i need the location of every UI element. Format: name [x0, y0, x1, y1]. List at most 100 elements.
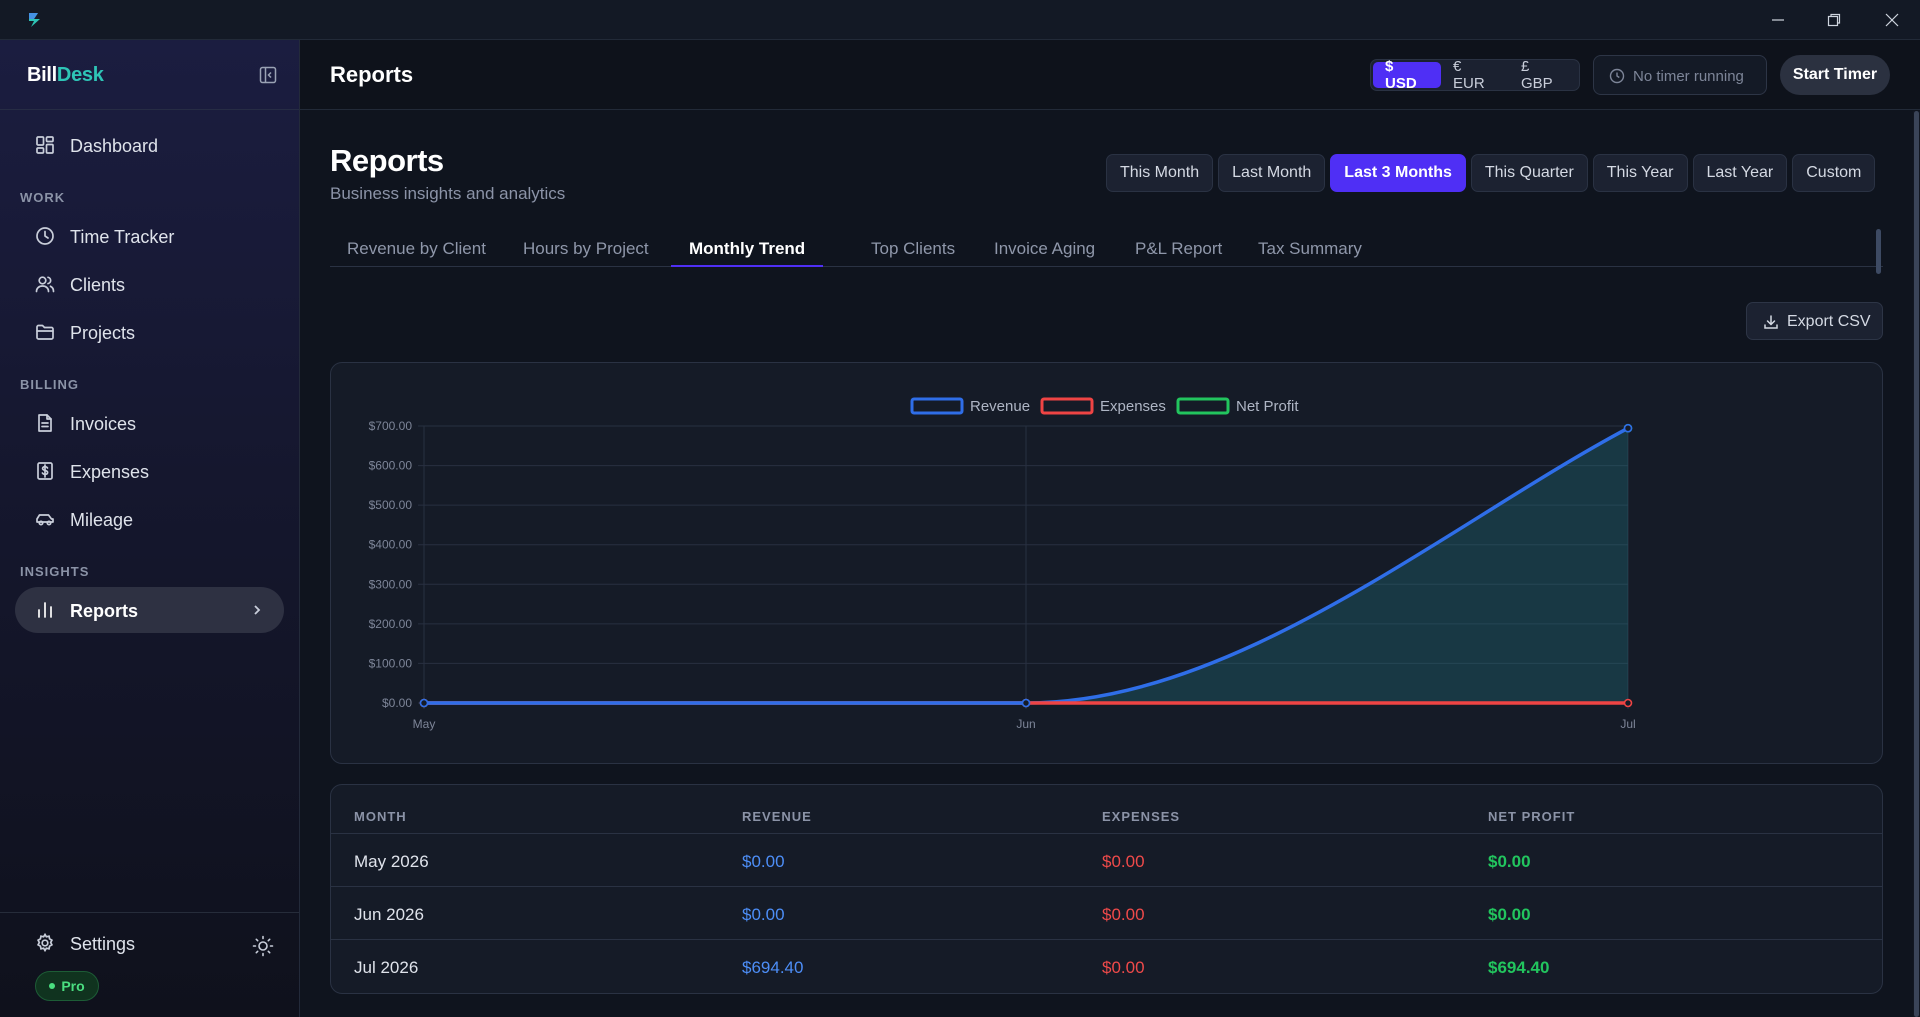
sidebar: BillDesk Dashboard WORK Time Tracker Cli…	[0, 40, 300, 1017]
legend-swatch-net-profit	[1176, 397, 1230, 415]
y-tick-label: $600.00	[369, 459, 413, 473]
sidebar-item-label: Reports	[70, 601, 139, 621]
tab-revenue-by-client[interactable]: Revenue by Client	[347, 225, 486, 267]
sidebar-item-settings[interactable]: Settings	[15, 923, 284, 963]
column-header-expenses: EXPENSES	[1102, 809, 1181, 824]
section-label-insights: INSIGHTS	[20, 564, 90, 579]
export-csv-button[interactable]: Export CSV	[1746, 302, 1883, 340]
column-header-revenue: REVENUE	[742, 809, 812, 824]
brand-name-part1: Bill	[27, 64, 57, 86]
range-last-year-button[interactable]: Last Year	[1692, 154, 1788, 192]
tab-monthly-trend[interactable]: Monthly Trend	[671, 225, 824, 267]
tab-tax-summary[interactable]: Tax Summary	[1258, 225, 1362, 267]
sidebar-item-projects[interactable]: Projects	[15, 309, 284, 355]
cell-expenses: $0.00	[1102, 852, 1145, 871]
legend-swatch-expenses	[1040, 397, 1094, 415]
tab-top-clients[interactable]: Top Clients	[871, 225, 955, 267]
sidebar-item-label: Dashboard	[70, 136, 159, 156]
column-header-month: MONTH	[354, 809, 407, 824]
range-this-year-button[interactable]: This Year	[1592, 154, 1688, 192]
sidebar-item-label: Mileage	[70, 510, 134, 530]
sidebar-item-dashboard[interactable]: Dashboard	[15, 122, 284, 168]
range-custom-button[interactable]: Custom	[1792, 154, 1876, 192]
brand-logo[interactable]: BillDesk	[27, 64, 104, 87]
timer-status-label: No timer running	[1633, 68, 1744, 85]
cell-expenses: $0.00	[1102, 958, 1145, 977]
cell-net-profit: $694.40	[1488, 958, 1550, 977]
column-header-net-profit: NET PROFIT	[1488, 809, 1576, 824]
range-this-quarter-button[interactable]: This Quarter	[1470, 154, 1588, 192]
tab-invoice-aging[interactable]: Invoice Aging	[994, 225, 1095, 267]
cell-net-profit: $0.00	[1488, 905, 1531, 924]
currency-eur-button[interactable]: € EUR	[1441, 58, 1509, 92]
minimize-button[interactable]	[1750, 0, 1806, 40]
sidebar-item-reports[interactable]: Reports	[15, 587, 284, 633]
tab-pl-report[interactable]: P&L Report	[1135, 225, 1222, 267]
y-tick-label: $0.00	[382, 696, 412, 710]
plan-badge-label: Pro	[61, 978, 85, 994]
sidebar-item-label: Settings	[70, 934, 136, 954]
dashboard-icon	[35, 135, 55, 155]
sidebar-item-time-tracker[interactable]: Time Tracker	[15, 213, 284, 259]
range-last-month-button[interactable]: Last Month	[1218, 154, 1326, 192]
y-tick-label: $400.00	[369, 538, 413, 552]
expenses-point	[1623, 698, 1633, 708]
top-header: Reports $ USD € EUR £ GBP No timer runni…	[300, 40, 1920, 110]
legend-label-net-profit: Net Profit	[1236, 398, 1299, 415]
main-scrollbar[interactable]	[1913, 111, 1920, 1017]
revenue-point	[1623, 423, 1633, 433]
clock-icon	[35, 226, 55, 246]
sidebar-collapse-icon[interactable]	[259, 66, 277, 84]
y-tick-label: $500.00	[369, 498, 413, 512]
minimize-icon	[1772, 19, 1784, 21]
cell-revenue: $694.40	[742, 958, 804, 977]
receipt-dollar-icon	[35, 461, 55, 481]
start-timer-button[interactable]: Start Timer	[1780, 55, 1890, 95]
cell-revenue: $0.00	[742, 852, 785, 871]
page-subtitle: Business insights and analytics	[330, 184, 566, 203]
cell-month: Jul 2026	[354, 958, 419, 977]
monthly-trend-table: MONTH REVENUE EXPENSES NET PROFIT May 20…	[330, 784, 1883, 994]
folder-icon	[35, 322, 55, 342]
revenue-point	[1021, 698, 1031, 708]
sidebar-brand-row: BillDesk	[0, 40, 299, 110]
section-label-billing: BILLING	[20, 377, 79, 392]
clock-icon	[1609, 68, 1625, 84]
sidebar-item-invoices[interactable]: Invoices	[15, 400, 284, 446]
tabs-scrollbar[interactable]	[1876, 229, 1881, 274]
currency-gbp-button[interactable]: £ GBP	[1509, 58, 1577, 92]
sun-icon[interactable]	[252, 935, 274, 957]
header-title: Reports	[330, 62, 414, 87]
sidebar-item-clients[interactable]: Clients	[15, 261, 284, 307]
sidebar-item-expenses[interactable]: Expenses	[15, 448, 284, 494]
tab-hours-by-project[interactable]: Hours by Project	[523, 225, 649, 267]
y-tick-label: $700.00	[369, 419, 413, 433]
chevron-right-icon	[254, 605, 261, 615]
x-tick-label: Jun	[1016, 717, 1035, 731]
status-dot-icon	[49, 983, 56, 989]
restore-icon	[1827, 13, 1841, 27]
bar-chart-icon	[35, 600, 55, 620]
close-window-button[interactable]	[1864, 0, 1920, 40]
legend-swatch-revenue	[910, 397, 964, 415]
gear-icon	[35, 932, 55, 953]
window-titlebar	[0, 0, 1920, 40]
car-icon	[35, 509, 55, 529]
close-icon	[1885, 13, 1899, 27]
monthly-trend-chart: $0.00 $100.00 $200.00 $300.00 $400.00 $500.00…	[369, 397, 1636, 731]
currency-usd-button[interactable]: $ USD	[1373, 58, 1441, 92]
maximize-button[interactable]	[1806, 0, 1862, 40]
y-tick-label: $200.00	[369, 617, 413, 631]
page-title: Reports	[330, 143, 444, 178]
date-range-selector: This Month Last Month Last 3 Months This…	[1106, 154, 1876, 192]
range-last-3-months-button[interactable]: Last 3 Months	[1330, 154, 1466, 192]
sidebar-item-mileage[interactable]: Mileage	[15, 496, 284, 542]
currency-switcher: $ USD € EUR £ GBP	[1370, 58, 1580, 92]
brand-name-part2: Desk	[56, 64, 104, 86]
users-icon	[35, 274, 55, 294]
range-this-month-button[interactable]: This Month	[1106, 154, 1214, 192]
sidebar-item-label: Projects	[70, 323, 136, 343]
main-scrollbar-thumb[interactable]	[1914, 111, 1919, 1017]
x-tick-label: May	[413, 717, 436, 731]
download-icon	[1764, 315, 1778, 329]
